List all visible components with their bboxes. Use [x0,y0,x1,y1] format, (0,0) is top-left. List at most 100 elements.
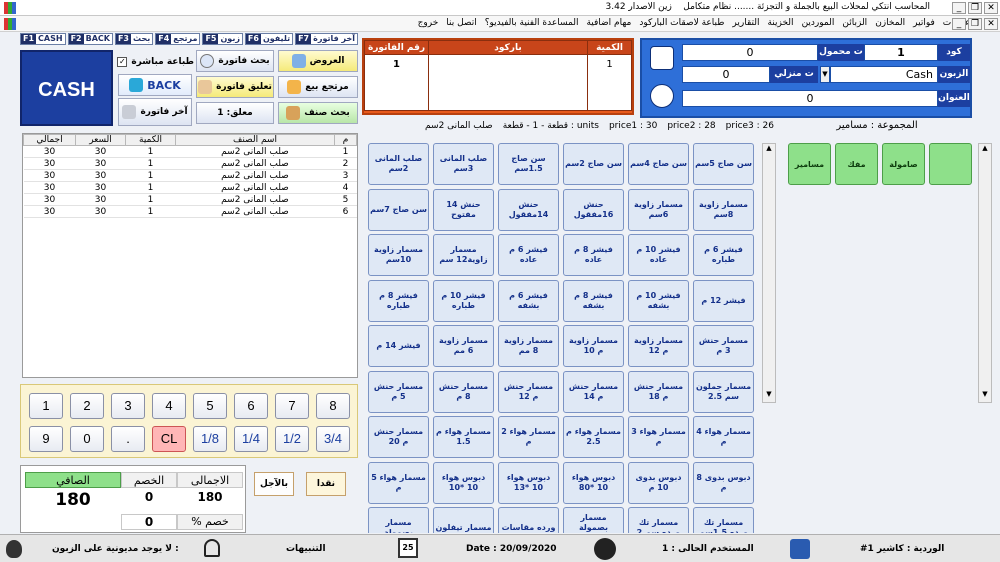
pay-credit-button[interactable]: بالآجل [254,472,294,496]
table-row[interactable]: 30 30 1 صلب المانى 2سم 4 [23,181,357,194]
keypad-key[interactable]: 7 [275,393,309,419]
back-button[interactable]: BACK [118,74,192,96]
search-item-button[interactable]: بحث صنف [278,102,358,124]
product-button[interactable]: مسمار حنش م 12 [498,370,559,413]
keypad-key[interactable]: 1 [29,393,63,419]
product-button[interactable]: مسمار حنش 8 م [433,370,494,413]
mdi-close-button[interactable]: ✕ [984,18,998,30]
alerts-label[interactable]: التنبيهات [286,544,326,554]
product-button[interactable]: مسمار بصمولة [368,507,429,533]
bell-icon[interactable] [204,539,220,557]
product-button[interactable]: مسمار حنش م 14 [563,370,624,413]
fkey-f5[interactable]: F5 زبون [202,33,243,45]
table-row[interactable]: 30 30 1 صلب المانى 2سم 1 [23,145,357,158]
direct-print-checkbox[interactable]: ✓ [117,57,128,67]
product-button[interactable]: فيشر 8 م طباره [368,279,429,322]
fkey-f3[interactable]: F3 بحث [114,33,154,45]
discount-pct-value[interactable]: 0 [121,514,177,530]
product-button[interactable]: مسمار جملون سم 2.5 [693,370,754,413]
product-button[interactable]: فيشر 6 م طباره [693,234,754,276]
keypad-key[interactable]: 5 [193,393,227,419]
product-button[interactable]: مسمار هواء 4 م [693,416,754,458]
product-button[interactable]: فيشر 6 م بشفه [498,279,559,322]
menu-item[interactable]: الزبائن [842,18,867,28]
product-button[interactable]: سن صاج 1.5سم [498,143,559,185]
product-button[interactable]: مسمار هواء 3 م [628,416,689,458]
product-button[interactable]: مسمار هواء 2 م [498,416,559,458]
keypad-key[interactable]: 6 [234,393,268,419]
products-scroll-down[interactable]: ▼ [763,390,775,402]
product-button[interactable]: مسمار زاوية 6 مم [433,325,494,367]
qty-input[interactable]: 1 [587,54,632,111]
group-button[interactable]: صامولة [882,143,925,185]
products-scroll-up[interactable]: ▲ [763,144,775,156]
product-button[interactable]: صلب المانى 2سم [368,143,429,185]
product-button[interactable]: مسمار زاوية 6سم [628,188,689,231]
product-button[interactable]: دبوس هواء 10 *10 [433,461,494,504]
keypad-key[interactable]: 3 [111,393,145,419]
keypad-key[interactable]: 9 [29,426,63,452]
home-phone-input[interactable]: 0 [682,66,770,83]
menu-item[interactable]: الموردين [802,18,835,28]
mobile-input[interactable]: 0 [682,44,818,61]
group-button[interactable]: مسامير [788,143,831,185]
keypad-key[interactable]: 0 [70,426,104,452]
groups-scroll-down[interactable]: ▼ [979,390,991,402]
product-button[interactable]: مسمار هواء م 2.5 [563,416,624,458]
close-button[interactable]: ✕ [984,2,998,14]
minimize-button[interactable]: _ [952,2,966,14]
invoice-number-field[interactable]: 1 [364,54,429,111]
group-button[interactable] [929,143,972,185]
table-row[interactable]: 30 30 1 صلب المانى 2سم 5 [23,193,357,206]
customer-select[interactable]: Cash [830,66,938,83]
address-input[interactable]: 0 [682,90,938,107]
product-button[interactable]: سن صاج 2سم [563,143,624,185]
menu-item[interactable]: الخزينة [767,18,793,28]
menu-item[interactable]: المخازن [875,18,905,28]
user-avatar-icon[interactable] [650,46,674,70]
product-button[interactable]: مسمار تك ورده سم 2 [628,507,689,533]
product-button[interactable]: دبوس هواء 10 *80 [563,461,624,504]
menu-item[interactable]: خروج [418,18,439,28]
keypad-key[interactable]: 1/8 [193,426,227,452]
product-button[interactable]: فيشر 10 م طباره [433,279,494,322]
product-button[interactable]: ورده مقاسات [498,507,559,533]
table-row[interactable]: 30 30 1 صلب المانى 2سم 2 [23,157,357,170]
product-button[interactable]: فيشر 12 م [693,279,754,322]
product-button[interactable]: مسمار زاوية 10سم [368,234,429,276]
code-input[interactable]: 1 [864,44,938,61]
product-button[interactable]: مسمار هواء م 1.5 [433,416,494,458]
groups-scrollbar[interactable]: ▲ ▼ [978,143,992,403]
maximize-button[interactable]: ❐ [968,2,982,14]
table-row[interactable]: 30 30 1 صلب المانى 2سم 3 [23,169,357,182]
keypad-key[interactable]: 1/4 [234,426,268,452]
keypad-key[interactable]: 2 [70,393,104,419]
product-button[interactable]: مسمار حنش 3 م [693,325,754,367]
product-button[interactable]: فيشر 10 م عاده [628,234,689,276]
product-button[interactable]: مسمار تيفلون [433,507,494,533]
product-button[interactable]: مسمار حنش م 18 [628,370,689,413]
barcode-input[interactable] [428,54,588,111]
keypad-key[interactable]: 8 [316,393,350,419]
pay-cash-button[interactable]: نقدا [306,472,346,496]
product-button[interactable]: مسمار حنش م 20 [368,416,429,458]
product-button[interactable]: حنش 14مفقول [498,188,559,231]
direct-print-checkbox-row[interactable]: طباعة مباشرة ✓ [112,56,194,68]
phone-icon[interactable] [650,84,674,108]
product-button[interactable]: فيشر 6 م عاده [498,234,559,276]
mdi-restore-button[interactable]: ❐ [968,18,982,30]
keypad-key[interactable]: 1/2 [275,426,309,452]
mdi-minimize-button[interactable]: _ [952,18,966,30]
product-button[interactable]: دبوس بدوى 10 م [628,461,689,504]
product-button[interactable]: صلب المانى 3سم [433,143,494,185]
suspended-count-button[interactable]: معلق: 1 [196,102,274,124]
product-button[interactable]: سن صاج 5سم [693,143,754,185]
product-button[interactable]: مسمار زاوية 8سم [693,188,754,231]
keypad-key[interactable]: 3/4 [316,426,350,452]
customer-dropdown-arrow[interactable]: ▼ [820,66,830,83]
fkey-f6[interactable]: F6 تليفون [244,33,294,45]
menu-item[interactable]: طباعة لاصقات الباركود [639,18,724,28]
product-button[interactable]: مسمار تك ورده 1.5سم [693,507,754,533]
product-button[interactable]: مسمار زاوية 8 مم [498,325,559,367]
menu-item[interactable]: مهام اضافية [586,18,631,28]
